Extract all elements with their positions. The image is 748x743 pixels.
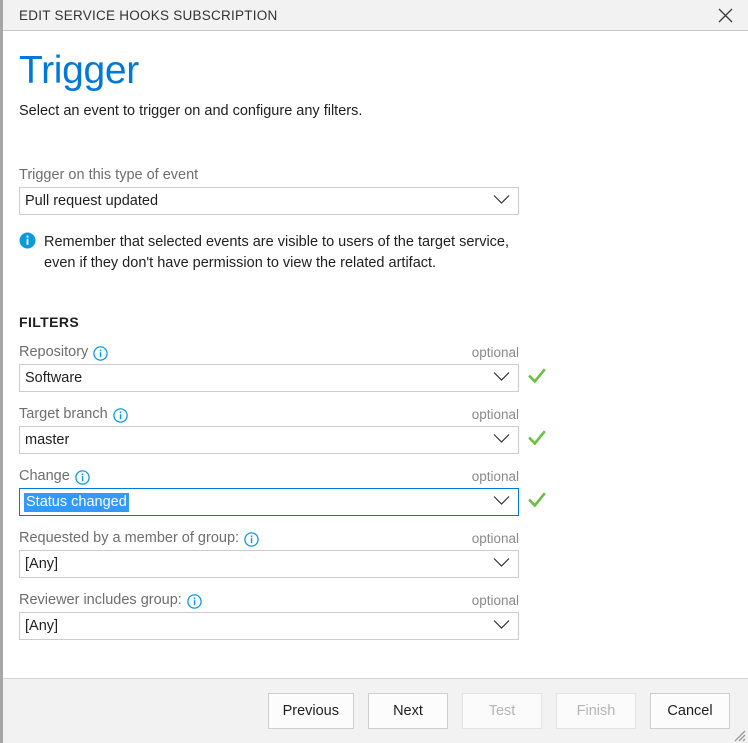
event-type-section: Trigger on this type of event Pull reque… [19, 167, 732, 274]
optional-tag: optional [471, 344, 519, 360]
chevron-down-icon [493, 369, 510, 387]
filter-label: Change [19, 468, 90, 485]
chevron-down-icon [493, 617, 510, 635]
filter-combo-row: master [19, 426, 732, 455]
reviewer-group-value: [Any] [25, 618, 59, 635]
filter-label-text: Requested by a member of group: [19, 530, 240, 547]
filter-label-row: Change optional [19, 468, 519, 485]
edit-service-hooks-subscription-dialog: EDIT SERVICE HOOKS SUBSCRIPTION Trigger … [0, 0, 748, 743]
filter-label-text: Reviewer includes group: [19, 592, 182, 609]
filter-label: Reviewer includes group: [19, 592, 202, 609]
filters-heading: FILTERS [19, 314, 80, 331]
requested-by-group-dropdown[interactable]: [Any] [19, 550, 519, 579]
filter-label-row: Target branch optional [19, 406, 519, 423]
filter-combo-row: [Any] [19, 550, 732, 579]
filter-field-requested-by-group: Requested by a member of group: optional… [19, 530, 732, 579]
chevron-down-icon [493, 431, 510, 449]
finish-button: Finish [556, 693, 636, 729]
event-visibility-notice-text: Remember that selected events are visibl… [44, 234, 510, 272]
filter-label-text: Repository [19, 344, 89, 361]
filter-field-change: Change optional Status changed [19, 468, 732, 517]
filter-combo-row: Status changed [19, 488, 732, 517]
optional-tag: optional [471, 530, 519, 546]
optional-tag: optional [471, 406, 519, 422]
info-outline-icon[interactable] [187, 593, 202, 609]
filter-label-row: Repository optional [19, 344, 519, 361]
filter-field-reviewer-group: Reviewer includes group: optional [Any] [19, 592, 732, 641]
filter-label: Repository [19, 344, 109, 361]
requested-by-group-value: [Any] [25, 556, 59, 573]
close-icon [718, 8, 733, 23]
chevron-down-icon [493, 192, 510, 210]
info-outline-icon[interactable] [244, 531, 259, 547]
info-filled-icon [19, 232, 36, 249]
event-type-combo-row: Pull request updated [19, 187, 732, 215]
event-visibility-notice: Remember that selected events are visibl… [19, 232, 531, 274]
validation-placeholder [528, 555, 546, 573]
close-button[interactable] [703, 0, 748, 31]
filter-field-repository: Repository optional Software [19, 344, 732, 393]
repository-dropdown[interactable]: Software [19, 364, 519, 393]
filter-label-row: Reviewer includes group: optional [19, 592, 519, 609]
target-branch-dropdown[interactable]: master [19, 426, 519, 455]
info-outline-icon[interactable] [75, 469, 90, 485]
info-outline-icon[interactable] [93, 345, 109, 361]
event-type-label: Trigger on this type of event [19, 167, 199, 183]
filter-label-text: Target branch [19, 406, 108, 423]
page-subtitle: Select an event to trigger on and config… [19, 103, 363, 119]
chevron-down-icon [493, 555, 510, 573]
filter-combo-row: [Any] [19, 612, 732, 641]
resize-grip-icon[interactable] [730, 726, 746, 742]
test-button: Test [462, 693, 542, 729]
filter-label-text: Change [19, 468, 70, 485]
event-type-label-row: Trigger on this type of event [19, 167, 519, 183]
filter-combo-row: Software [19, 364, 732, 393]
info-outline-icon[interactable] [112, 407, 128, 423]
filter-label: Target branch [19, 406, 128, 423]
green-check-icon [528, 429, 546, 452]
green-check-icon [528, 367, 546, 390]
validation-placeholder [528, 617, 546, 635]
change-dropdown[interactable]: Status changed [19, 488, 519, 517]
dialog-body: Trigger Select an event to trigger on an… [3, 31, 748, 678]
filter-label-row: Requested by a member of group: optional [19, 530, 519, 547]
chevron-down-icon [493, 493, 510, 511]
event-type-dropdown[interactable]: Pull request updated [19, 187, 519, 215]
cancel-button[interactable]: Cancel [650, 693, 730, 729]
change-value: Status changed [24, 492, 129, 512]
page-title: Trigger [19, 49, 139, 92]
optional-tag: optional [471, 592, 519, 608]
event-type-value: Pull request updated [25, 193, 159, 209]
reviewer-group-dropdown[interactable]: [Any] [19, 612, 519, 641]
green-check-icon [528, 491, 546, 514]
optional-tag: optional [471, 468, 519, 484]
next-button[interactable]: Next [368, 693, 448, 729]
filter-label: Requested by a member of group: [19, 530, 259, 547]
repository-value: Software [25, 370, 83, 387]
previous-button[interactable]: Previous [267, 693, 354, 729]
dialog-titlebar: EDIT SERVICE HOOKS SUBSCRIPTION [3, 0, 748, 31]
filter-field-target-branch: Target branch optional master [19, 406, 732, 455]
dialog-footer: Previous Next Test Finish Cancel [3, 678, 748, 743]
target-branch-value: master [25, 432, 70, 449]
dialog-title: EDIT SERVICE HOOKS SUBSCRIPTION [19, 7, 278, 23]
